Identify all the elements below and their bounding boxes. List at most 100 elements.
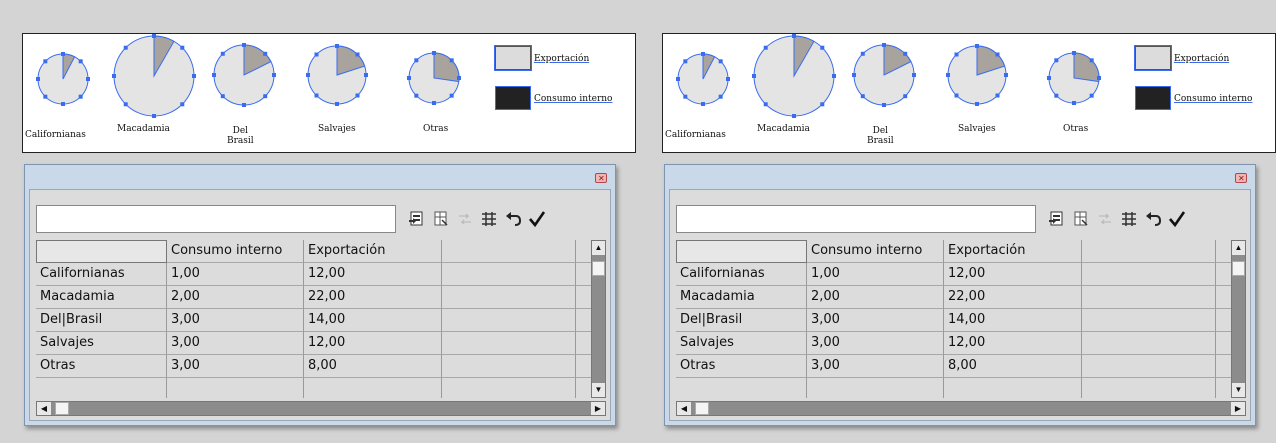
anchor-point[interactable] (364, 73, 368, 77)
column-header[interactable]: Consumo interno (167, 240, 304, 263)
anchor-point[interactable] (1089, 93, 1094, 98)
table-cell[interactable] (442, 355, 576, 378)
transpose-icon[interactable] (1072, 210, 1090, 228)
table-cell[interactable] (36, 378, 167, 398)
pie-slice[interactable] (433, 52, 460, 83)
anchor-point[interactable] (43, 59, 48, 64)
scroll-up-arrow-icon[interactable]: ▲ (592, 241, 605, 255)
anchor-point[interactable] (975, 102, 979, 106)
anchor-point[interactable] (683, 94, 688, 99)
table-cell[interactable]: Californianas (676, 263, 807, 286)
anchor-point[interactable] (242, 43, 246, 47)
pie-chart-artboard[interactable]: Californianas Macadamia Del Brasil Salva… (22, 33, 636, 153)
table-cell[interactable]: 3,00 (167, 309, 304, 332)
anchor-point[interactable] (449, 58, 454, 63)
anchor-point[interactable] (242, 103, 246, 107)
cell-style-icon[interactable] (480, 210, 498, 228)
table-cell[interactable] (944, 378, 1082, 398)
vertical-scroll-thumb[interactable] (1232, 261, 1245, 276)
anchor-point[interactable] (355, 93, 360, 98)
cell-value-input[interactable] (676, 205, 1036, 233)
anchor-point[interactable] (726, 77, 730, 81)
anchor-point[interactable] (903, 51, 908, 56)
anchor-point[interactable] (78, 94, 83, 99)
column-header[interactable] (676, 240, 807, 263)
anchor-point[interactable] (355, 52, 360, 57)
anchor-point[interactable] (36, 77, 40, 81)
anchor-point[interactable] (975, 44, 979, 48)
pie-chart-artboard[interactable]: Californianas Macadamia Del Brasil Salva… (662, 33, 1276, 153)
horizontal-scroll-thumb[interactable] (55, 402, 69, 415)
table-cell[interactable]: 8,00 (944, 355, 1082, 378)
revert-icon[interactable] (504, 210, 522, 228)
column-header[interactable] (1216, 240, 1231, 263)
anchor-point[interactable] (752, 74, 756, 78)
anchor-point[interactable] (860, 94, 865, 99)
anchor-point[interactable] (78, 59, 83, 64)
table-cell[interactable] (442, 378, 576, 398)
anchor-point[interactable] (449, 93, 454, 98)
pie-chart-0[interactable] (676, 52, 730, 106)
anchor-point[interactable] (1054, 58, 1059, 63)
anchor-point[interactable] (43, 94, 48, 99)
table-cell[interactable] (442, 263, 576, 286)
anchor-point[interactable] (1004, 73, 1008, 77)
anchor-point[interactable] (792, 34, 796, 38)
close-window-button[interactable]: ✕ (595, 173, 607, 183)
anchor-point[interactable] (212, 73, 216, 77)
close-window-button[interactable]: ✕ (1235, 173, 1247, 183)
legend-swatch-exportacion[interactable] (1134, 45, 1172, 71)
anchor-point[interactable] (123, 45, 128, 50)
pie-chart-3[interactable] (946, 44, 1008, 106)
anchor-point[interactable] (457, 76, 461, 80)
table-cell[interactable]: Del|Brasil (676, 309, 807, 332)
column-header[interactable] (442, 240, 576, 263)
table-cell[interactable] (576, 355, 591, 378)
table-cell[interactable]: Macadamia (676, 286, 807, 309)
vertical-scroll-thumb[interactable] (592, 261, 605, 276)
pie-chart-1[interactable] (112, 34, 196, 118)
scroll-up-arrow-icon[interactable]: ▲ (1232, 241, 1245, 255)
table-cell[interactable]: 8,00 (304, 355, 442, 378)
anchor-point[interactable] (912, 73, 916, 77)
table-cell[interactable]: 3,00 (807, 309, 944, 332)
anchor-point[interactable] (882, 43, 886, 47)
anchor-point[interactable] (820, 45, 825, 50)
table-cell[interactable]: Salvajes (676, 332, 807, 355)
anchor-point[interactable] (954, 93, 959, 98)
anchor-point[interactable] (701, 102, 705, 106)
anchor-point[interactable] (676, 77, 680, 81)
table-cell[interactable]: 12,00 (304, 263, 442, 286)
anchor-point[interactable] (61, 52, 65, 56)
table-cell[interactable] (1216, 378, 1231, 398)
scroll-right-arrow-icon[interactable]: ▶ (591, 402, 605, 415)
table-cell[interactable]: 3,00 (167, 332, 304, 355)
table-cell[interactable]: 14,00 (304, 309, 442, 332)
anchor-point[interactable] (1072, 101, 1076, 105)
cell-value-input[interactable] (36, 205, 396, 233)
anchor-point[interactable] (1089, 58, 1094, 63)
table-cell[interactable] (807, 378, 944, 398)
anchor-point[interactable] (220, 94, 225, 99)
pie-slice[interactable] (1073, 52, 1100, 83)
scroll-down-arrow-icon[interactable]: ▼ (592, 383, 605, 397)
table-cell[interactable] (1082, 378, 1216, 398)
table-cell[interactable]: Otras (36, 355, 167, 378)
table-cell[interactable]: 2,00 (807, 286, 944, 309)
apply-checkmark-icon[interactable] (1168, 210, 1186, 228)
table-cell[interactable]: 2,00 (167, 286, 304, 309)
table-cell[interactable] (576, 309, 591, 332)
column-header[interactable] (36, 240, 167, 263)
anchor-point[interactable] (335, 102, 339, 106)
horizontal-scroll-thumb[interactable] (695, 402, 709, 415)
table-cell[interactable]: 12,00 (944, 332, 1082, 355)
anchor-point[interactable] (852, 73, 856, 77)
import-data-icon[interactable] (408, 210, 426, 228)
table-cell[interactable]: 12,00 (944, 263, 1082, 286)
anchor-point[interactable] (903, 94, 908, 99)
revert-icon[interactable] (1144, 210, 1162, 228)
anchor-point[interactable] (180, 102, 185, 107)
pie-chart-1[interactable] (752, 34, 836, 118)
column-header[interactable]: Consumo interno (807, 240, 944, 263)
table-cell[interactable]: 3,00 (167, 355, 304, 378)
